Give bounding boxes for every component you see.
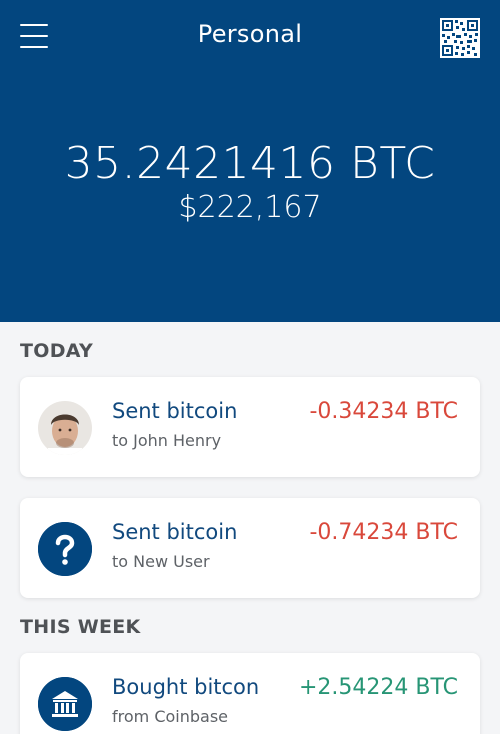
account-title: Personal [197,20,303,48]
transaction-card[interactable]: Sent bitcoin to New User -0.74234 BTC [20,498,480,598]
transaction-card[interactable]: Sent bitcoin to John Henry -0.34234 BTC [20,377,480,477]
transaction-amount: -0.74234 BTC [309,520,458,545]
bank-icon [38,677,92,731]
balance-usd: $222,167 [178,190,322,225]
transaction-title: Bought bitcon [112,675,260,699]
transaction-subtitle: from Coinbase [112,707,229,726]
balance-btc: 35.2421416 BTC [64,138,436,189]
qr-code-icon[interactable] [440,18,480,58]
transaction-amount: +2.54224 BTC [298,675,458,700]
section-this-week: THIS WEEK [20,616,141,638]
transaction-amount: -0.34234 BTC [309,399,458,424]
transaction-card[interactable]: Bought bitcon from Coinbase +2.54224 BTC [20,653,480,734]
transaction-subtitle: to New User [112,552,210,571]
user-avatar [38,401,92,455]
balance-header: Personal 35.2421416 BTC $222,167 [0,0,500,322]
transaction-title: Sent bitcoin [112,399,238,423]
transaction-title: Sent bitcoin [112,520,238,544]
question-mark-icon [38,522,92,576]
section-today: TODAY [20,340,94,362]
transaction-subtitle: to John Henry [112,431,222,450]
